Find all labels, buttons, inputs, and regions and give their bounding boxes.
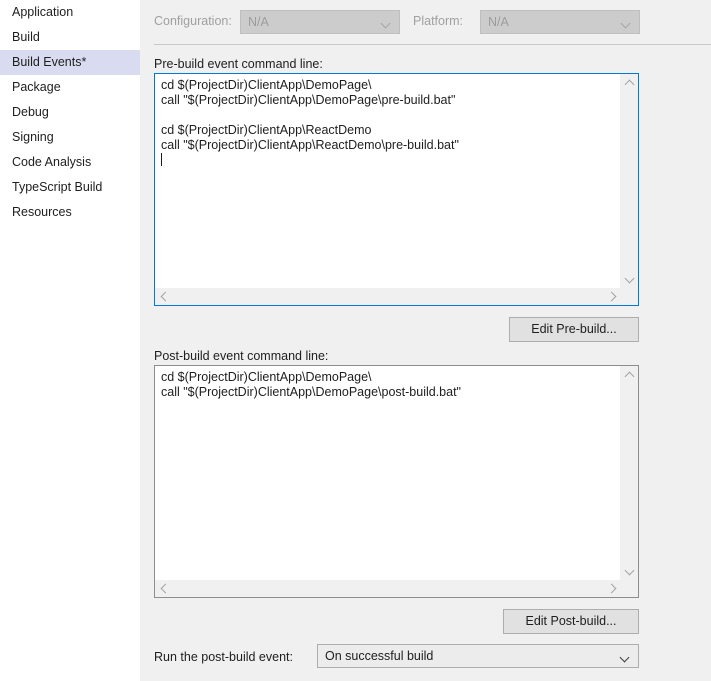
sidebar-item-code-analysis[interactable]: Code Analysis: [0, 150, 140, 175]
sidebar-item-label: Build: [12, 30, 40, 44]
prebuild-command-value: cd $(ProjectDir)ClientApp\DemoPage\ call…: [161, 78, 459, 152]
sidebar-item-label: Code Analysis: [12, 155, 92, 169]
postbuild-horizontal-scrollbar[interactable]: [155, 580, 621, 597]
scroll-right-icon[interactable]: [604, 580, 621, 597]
sidebar-item-label: Resources: [12, 205, 72, 219]
sidebar-item-label: TypeScript Build: [12, 180, 103, 194]
postbuild-vertical-scrollbar[interactable]: [620, 366, 638, 580]
postbuild-command-textbox[interactable]: cd $(ProjectDir)ClientApp\DemoPage\ call…: [154, 365, 639, 598]
configuration-label: Configuration:: [154, 14, 232, 28]
scrollbar-corner: [621, 580, 638, 597]
scroll-up-icon[interactable]: [621, 74, 638, 91]
scroll-down-icon[interactable]: [621, 271, 638, 288]
build-events-panel: Configuration: N/A Platform: N/A Pre-bui…: [140, 0, 711, 681]
platform-label: Platform:: [413, 14, 464, 28]
scroll-left-icon[interactable]: [155, 580, 172, 597]
configuration-dropdown[interactable]: N/A: [240, 10, 400, 34]
properties-category-sidebar: Application Build Build Events* Package …: [0, 0, 153, 681]
sidebar-item-signing[interactable]: Signing: [0, 125, 140, 150]
prebuild-vertical-scrollbar[interactable]: [620, 74, 638, 288]
configuration-value: N/A: [248, 15, 269, 29]
edit-postbuild-button[interactable]: Edit Post-build...: [503, 609, 639, 634]
sidebar-item-build[interactable]: Build: [0, 25, 140, 50]
run-postbuild-event-value: On successful build: [325, 649, 434, 663]
prebuild-command-text[interactable]: cd $(ProjectDir)ClientApp\DemoPage\ call…: [155, 74, 621, 288]
platform-dropdown[interactable]: N/A: [480, 10, 640, 34]
sidebar-item-label: Application: [12, 5, 74, 19]
sidebar-item-label: Debug: [12, 105, 49, 119]
sidebar-item-label: Package: [12, 80, 61, 94]
configuration-row: Configuration: N/A Platform: N/A: [140, 10, 711, 34]
run-postbuild-event-dropdown[interactable]: On successful build: [317, 644, 639, 668]
edit-prebuild-button[interactable]: Edit Pre-build...: [509, 317, 639, 342]
scroll-right-icon[interactable]: [604, 288, 621, 305]
sidebar-item-application[interactable]: Application: [0, 0, 140, 25]
prebuild-command-textbox[interactable]: cd $(ProjectDir)ClientApp\DemoPage\ call…: [154, 73, 639, 306]
postbuild-command-label: Post-build event command line:: [154, 349, 329, 363]
chevron-down-icon: [621, 654, 629, 662]
sidebar-item-resources[interactable]: Resources: [0, 200, 140, 225]
run-postbuild-event-label: Run the post-build event:: [154, 650, 293, 664]
sidebar-item-label: Build Events*: [12, 55, 87, 69]
scroll-left-icon[interactable]: [155, 288, 172, 305]
platform-value: N/A: [488, 15, 509, 29]
postbuild-command-text[interactable]: cd $(ProjectDir)ClientApp\DemoPage\ call…: [155, 366, 621, 580]
chevron-down-icon: [382, 20, 390, 28]
sidebar-item-typescript-build[interactable]: TypeScript Build: [0, 175, 140, 200]
sidebar-item-debug[interactable]: Debug: [0, 100, 140, 125]
scroll-up-icon[interactable]: [621, 366, 638, 383]
chevron-down-icon: [622, 20, 630, 28]
section-divider: [154, 44, 711, 45]
prebuild-horizontal-scrollbar[interactable]: [155, 288, 621, 305]
sidebar-item-package[interactable]: Package: [0, 75, 140, 100]
scroll-down-icon[interactable]: [621, 563, 638, 580]
text-caret: [161, 153, 162, 166]
scrollbar-corner: [621, 288, 638, 305]
sidebar-item-label: Signing: [12, 130, 54, 144]
sidebar-item-build-events[interactable]: Build Events*: [0, 50, 153, 75]
prebuild-command-label: Pre-build event command line:: [154, 57, 323, 71]
